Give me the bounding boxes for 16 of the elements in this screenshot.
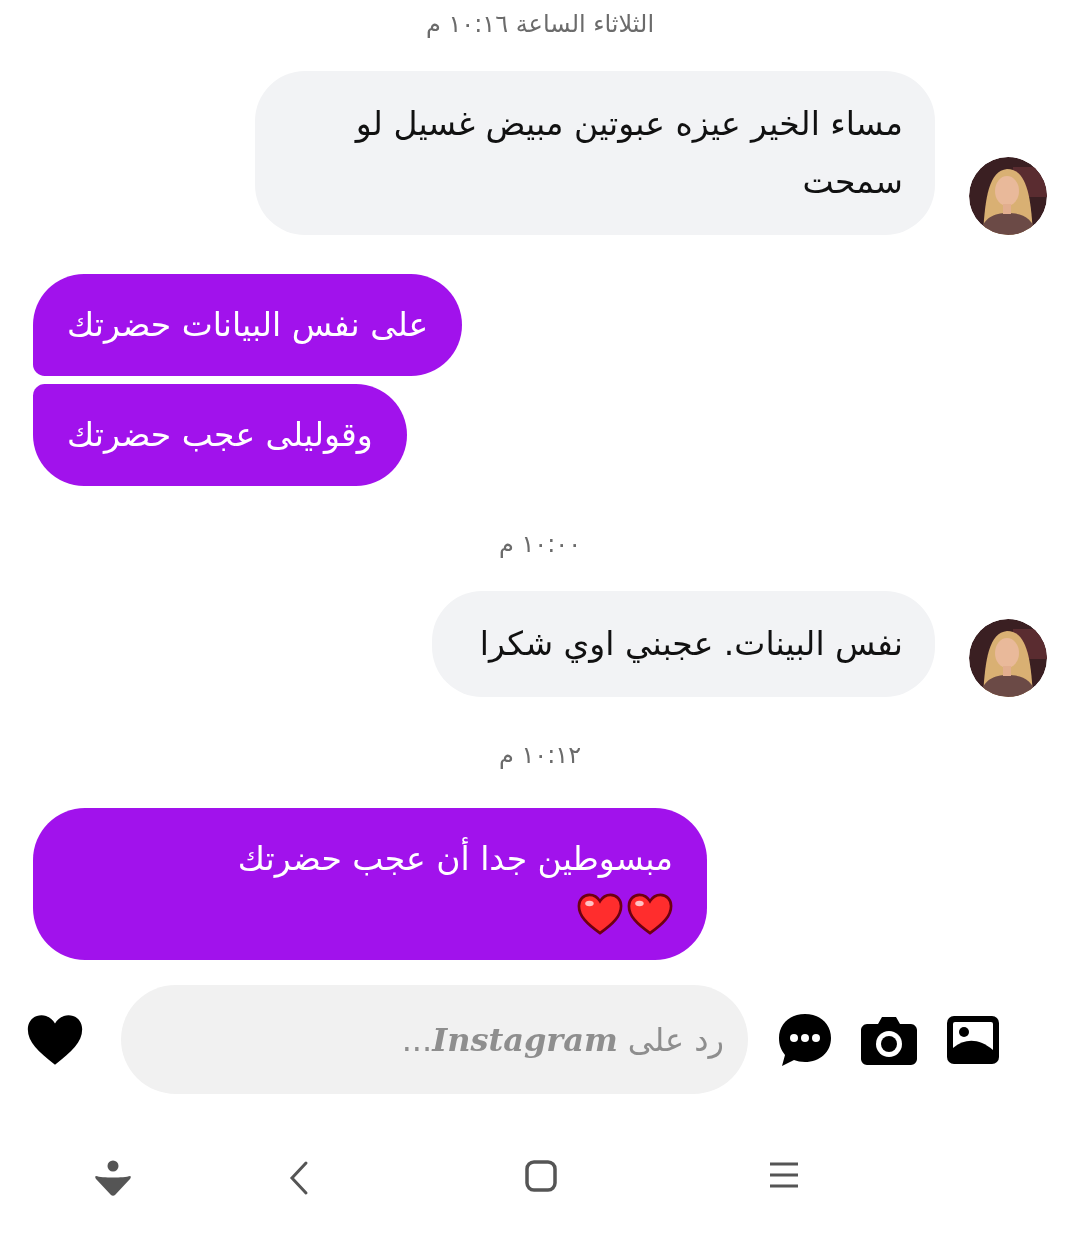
heart-icon (577, 892, 623, 936)
message-bubble: وقوليلى عجب حضرتك (33, 384, 407, 486)
message-text: مبسوطين جدا أن عجب حضرتك (237, 836, 673, 880)
heart-icon[interactable] (26, 1013, 84, 1066)
back-icon[interactable] (288, 1160, 310, 1196)
chat-bubble-icon[interactable] (777, 1011, 833, 1068)
message-bubble: مساء الخير عيزه عبوتين مبيض غسيل لو سمحت (255, 71, 935, 235)
menu-icon[interactable] (768, 1160, 800, 1190)
timestamp: ١٠:١٢ م (498, 741, 582, 769)
timestamp: ١٠:٠٠ م (498, 530, 582, 558)
timestamp: الثلاثاء الساعة ١٠:١٦ م (425, 10, 655, 38)
accessibility-icon[interactable] (94, 1160, 132, 1198)
heart-icon (627, 892, 673, 936)
message-bubble: نفس البينات. عجبني اوي شكرا (431, 591, 935, 697)
home-icon[interactable] (525, 1160, 557, 1192)
message-bubble: على نفس البيانات حضرتك (33, 274, 463, 376)
